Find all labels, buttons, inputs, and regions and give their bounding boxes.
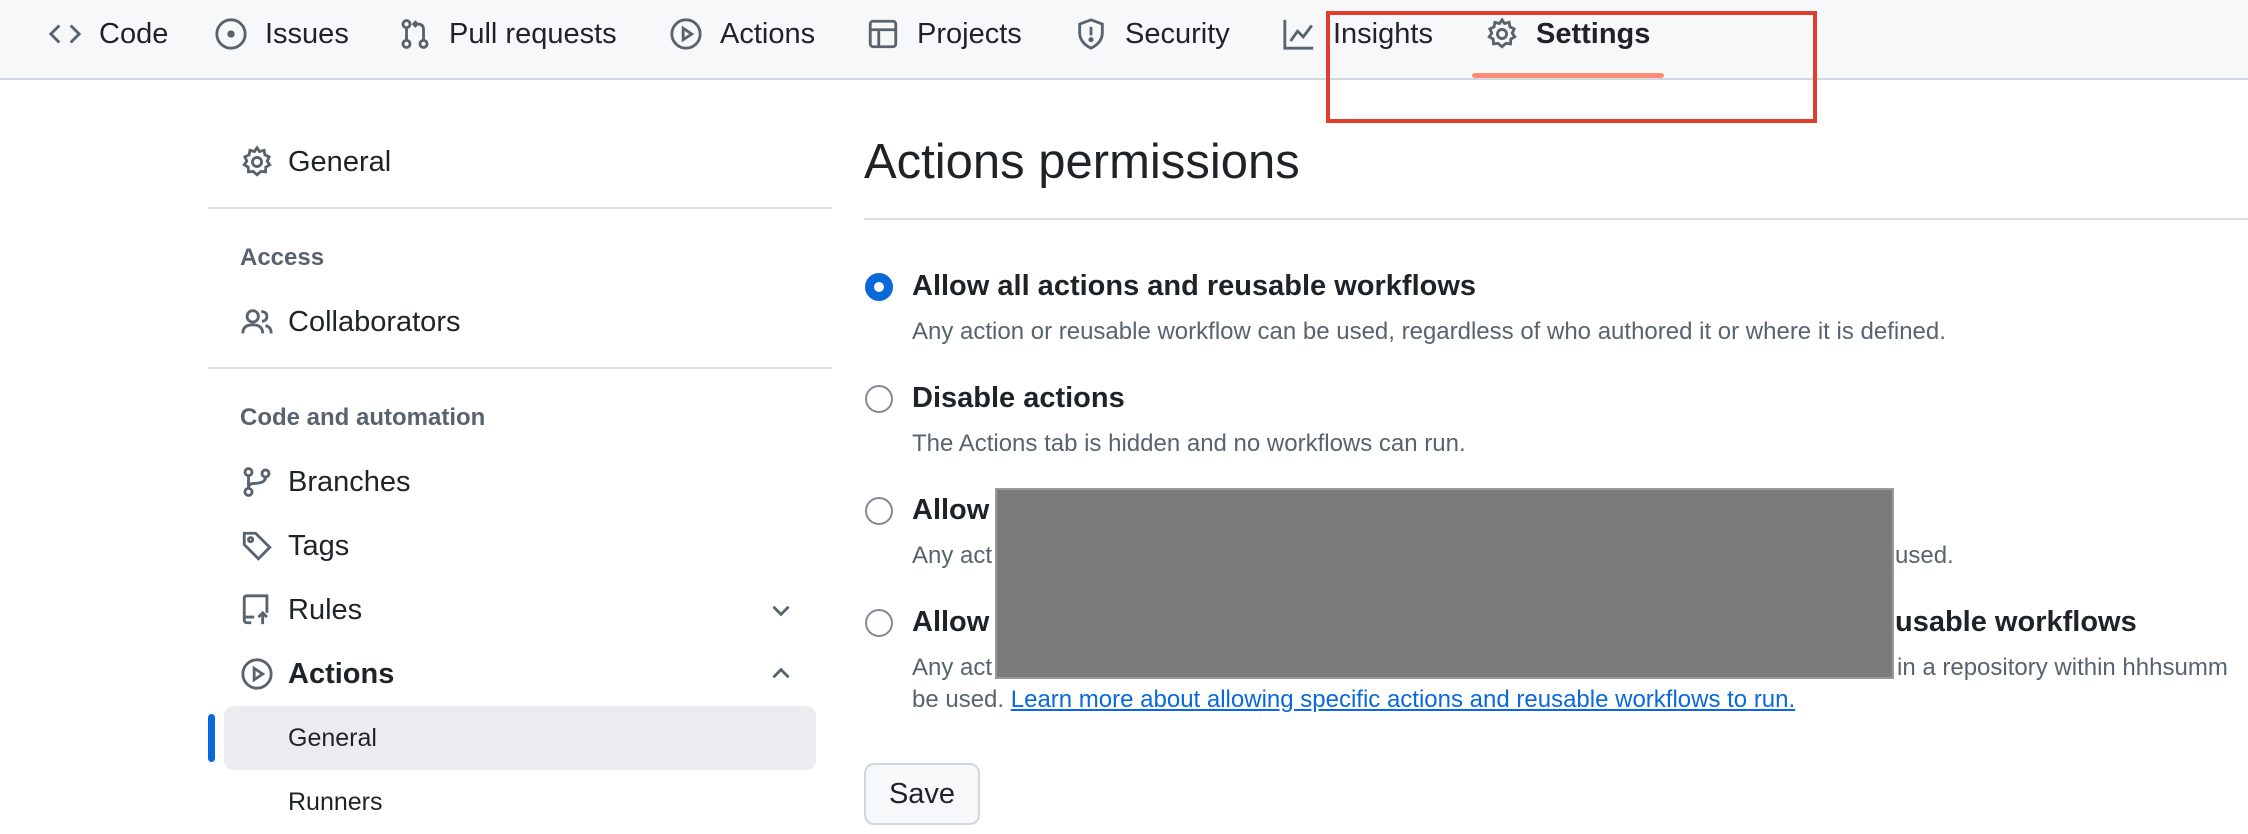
tab-security[interactable]: Security <box>1074 0 1230 68</box>
repo-nav: Code Issues Pull requests Actions Projec… <box>0 0 2248 80</box>
sidebar-item-label: Tags <box>288 529 350 562</box>
option-label-disable-actions: Disable actions <box>912 382 1125 414</box>
tag-icon <box>242 531 272 561</box>
gear-icon <box>1487 17 1517 49</box>
chevron-up-icon[interactable] <box>768 661 794 687</box>
graph-icon <box>1283 19 1314 50</box>
sidebar-heading-access: Access <box>240 244 325 271</box>
sidebar-item-label: Collaborators <box>288 305 461 338</box>
option-label-3-start: Allow <box>912 494 990 526</box>
radio-disable-actions[interactable] <box>865 385 893 413</box>
sidebar-item-label: General <box>288 145 392 178</box>
tab-actions-label: Actions <box>720 17 816 50</box>
sidebar-item-rules[interactable]: Rules <box>208 578 832 642</box>
table-icon <box>868 19 898 49</box>
page-title: Actions permissions <box>864 135 1300 189</box>
tab-insights[interactable]: Insights <box>1282 0 1433 68</box>
play-icon <box>241 658 273 690</box>
shield-icon <box>1078 18 1104 50</box>
tab-settings[interactable]: Settings <box>1485 0 1650 68</box>
tab-code[interactable]: Code <box>48 0 168 68</box>
tab-pull-requests[interactable]: Pull requests <box>398 0 617 68</box>
option-description-3-end: used. <box>1895 542 1954 569</box>
tab-actions[interactable]: Actions <box>669 0 815 68</box>
sidebar-item-label: General <box>288 723 377 752</box>
sidebar-item-tags[interactable]: Tags <box>208 514 832 578</box>
option-description-4-line2-text: be used. <box>912 686 1005 713</box>
tab-security-label: Security <box>1125 17 1230 50</box>
sidebar-divider <box>208 367 832 369</box>
option-description-4-end: in a repository within hhhsumm <box>1897 654 2228 681</box>
option-label-4-end: usable workflows <box>1895 606 2137 638</box>
active-tab-underline <box>1472 73 1664 78</box>
play-icon <box>670 18 702 50</box>
tab-insights-label: Insights <box>1333 17 1433 50</box>
sidebar-item-branches[interactable]: Branches <box>208 450 832 514</box>
git-branch-icon <box>243 467 271 497</box>
tab-pull-requests-label: Pull requests <box>449 17 617 50</box>
sidebar-item-label: Branches <box>288 465 411 498</box>
option-label-4-start: Allow <box>912 606 990 638</box>
sidebar-divider <box>208 207 832 209</box>
radio-option-3[interactable] <box>865 497 893 525</box>
redaction-block <box>995 488 1894 679</box>
selected-indicator <box>208 714 215 762</box>
option-label-allow-all: Allow all actions and reusable workflows <box>912 270 1477 302</box>
tab-issues-label: Issues <box>265 17 349 50</box>
title-divider <box>864 218 2248 220</box>
radio-option-4[interactable] <box>865 609 893 637</box>
sidebar-item-general[interactable]: General <box>208 130 832 194</box>
repo-push-icon <box>242 594 269 625</box>
sidebar-item-collaborators[interactable]: Collaborators <box>208 290 832 354</box>
tab-issues[interactable]: Issues <box>214 0 349 68</box>
sidebar-subitem-actions-general[interactable]: General <box>224 706 816 770</box>
sidebar-item-label: Actions <box>288 657 395 690</box>
sidebar-item-label: Runners <box>288 787 383 816</box>
people-icon <box>241 309 273 334</box>
tab-projects[interactable]: Projects <box>866 0 1022 68</box>
sidebar-item-label: Rules <box>288 593 363 626</box>
learn-more-link[interactable]: Learn more about allowing specific actio… <box>1011 686 1795 713</box>
option-description-4-line2: be used. Learn more about allowing speci… <box>912 686 1795 714</box>
tab-settings-label: Settings <box>1536 17 1651 50</box>
tab-code-label: Code <box>99 17 169 50</box>
tab-projects-label: Projects <box>917 17 1022 50</box>
save-button[interactable]: Save <box>864 763 980 825</box>
issue-opened-icon <box>215 18 247 50</box>
sidebar-subitem-runners[interactable]: Runners <box>224 770 816 834</box>
sidebar-heading-code-automation: Code and automation <box>240 404 486 431</box>
gear-icon <box>242 145 272 177</box>
code-icon <box>48 24 82 44</box>
git-pull-request-icon <box>401 19 429 49</box>
chevron-down-icon[interactable] <box>768 597 794 623</box>
option-description-allow-all: Any action or reusable workflow can be u… <box>912 318 1946 345</box>
sidebar-item-actions[interactable]: Actions <box>208 642 832 706</box>
option-description-3-start: Any act <box>912 542 993 569</box>
option-description-disable-actions: The Actions tab is hidden and no workflo… <box>912 430 1466 457</box>
option-description-4-start: Any act <box>912 654 993 681</box>
radio-allow-all[interactable] <box>865 273 893 301</box>
